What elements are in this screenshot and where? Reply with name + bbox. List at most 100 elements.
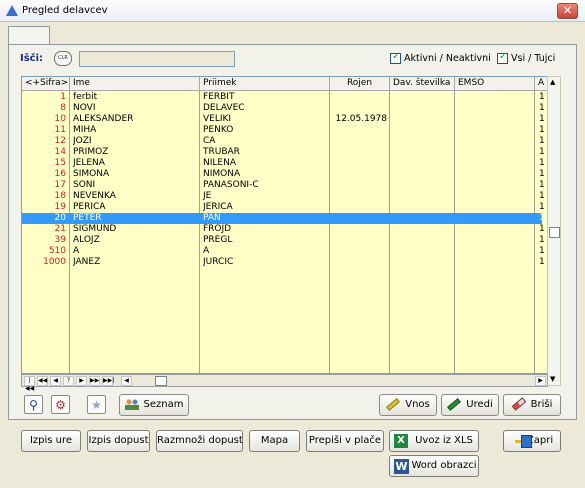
employee-table: <+Sifra> Ime Priimek Rojen Dav. številka… <box>21 76 548 374</box>
cell-a: 1 <box>539 136 545 146</box>
all-foreign-checkbox[interactable] <box>497 51 508 64</box>
cell-a: 1 <box>539 191 545 201</box>
zapri-button[interactable]: Zapri <box>503 430 561 452</box>
table-row[interactable]: 21 SIGMUND FROJD 1 <box>22 224 545 235</box>
table-row[interactable]: 11 MIHA PENKO 1 <box>22 125 545 136</box>
search-input[interactable] <box>79 51 235 67</box>
cell-code: 11 <box>54 125 66 135</box>
cell-surname: PANASONI-C <box>203 180 259 190</box>
vertical-scrollbar[interactable]: ▲ ▼ <box>547 76 561 386</box>
brisi-button[interactable]: Briši <box>503 394 561 416</box>
word-obrazci-button[interactable]: W Word obrazci <box>389 455 479 477</box>
nav-first-button[interactable]: |◀◀ <box>24 376 35 392</box>
mapa-button[interactable]: Mapa <box>249 430 300 452</box>
col-header-tax[interactable]: Dav. številka <box>390 77 455 91</box>
cell-a: 1 <box>539 213 545 223</box>
table-row[interactable]: 17 SONI PANASONI-C 1 <box>22 180 545 191</box>
cell-code: 12 <box>54 136 66 146</box>
cell-code: 19 <box>54 202 66 212</box>
cell-name: SIGMUND <box>73 224 117 234</box>
table-row[interactable]: 18 NEVENKA JE 1 <box>22 191 545 202</box>
cell-a: 1 <box>539 147 545 157</box>
nav-prev-page-button[interactable]: ◀◀ <box>37 376 48 386</box>
window-title: Pregled delavcev <box>22 5 108 16</box>
cell-surname: NILENA <box>203 158 236 168</box>
table-row[interactable]: 39 ALOJZ PREGL 1 <box>22 235 545 246</box>
table-row[interactable]: 15 JELENA NILENA 1 <box>22 158 545 169</box>
table-row[interactable]: 20 PETER PAN 1 <box>22 213 545 224</box>
izpis-dopust-button[interactable]: Izpis dopust <box>87 430 150 452</box>
cell-code: 16 <box>54 169 66 179</box>
cell-surname: NIMONA <box>203 169 241 179</box>
cell-surname: JURCIC <box>203 257 234 267</box>
cell-name: JANEZ <box>73 257 101 267</box>
cell-surname: DELAVEC <box>203 103 245 113</box>
cell-name: NEVENKA <box>73 191 116 201</box>
cell-a: 1 <box>539 114 545 124</box>
cell-surname: VELIKI <box>203 114 232 124</box>
col-header-code[interactable]: <+Sifra> <box>22 77 70 91</box>
uvoz-iz-xls-button[interactable]: X Uvoz iz XLS <box>389 430 479 452</box>
cell-surname: PREGL <box>203 235 233 245</box>
close-button[interactable]: ✕ <box>557 3 578 19</box>
table-row[interactable]: 1000 JANEZ JURCIC 1 <box>22 257 545 268</box>
nav-prev-button[interactable]: ◀ <box>50 376 61 386</box>
col-header-name[interactable]: Ime <box>70 77 200 91</box>
table-row[interactable]: 16 SIMONA NIMONA 1 <box>22 169 545 180</box>
table-row[interactable]: 19 PERICA JERICA 1 <box>22 202 545 213</box>
word-icon: W <box>394 459 409 474</box>
scroll-left-icon[interactable]: ◀ <box>121 376 132 386</box>
star-icon[interactable]: ★ <box>87 395 106 414</box>
table-row[interactable]: 510 A A 1 <box>22 246 545 257</box>
cell-a: 1 <box>539 125 545 135</box>
nav-goto-button[interactable]: ? <box>63 376 74 386</box>
cell-a: 1 <box>539 202 545 212</box>
table-row[interactable]: 12 JOZI CA 1 <box>22 136 545 147</box>
table-row[interactable]: 1 ferbit FERBIT 1 <box>22 92 545 103</box>
cell-name: JELENA <box>73 158 105 168</box>
table-row[interactable]: 14 PRIMOZ TRUBAR 1 <box>22 147 545 158</box>
pencil-icon <box>386 397 401 411</box>
cell-code: 1 <box>60 92 66 102</box>
cell-name: MIHA <box>73 125 97 135</box>
cell-surname: JERICA <box>203 202 233 212</box>
cell-name: A <box>73 246 80 256</box>
cell-surname: PENKO <box>203 125 234 135</box>
brisi-label: Briši <box>530 399 553 410</box>
table-row[interactable]: 10 ALEKSANDER VELIKI 12.05.1978 1 <box>22 114 545 125</box>
cell-name: JOZI <box>73 136 92 146</box>
cell-surname: JE <box>203 191 212 201</box>
nav-next-page-button[interactable]: ▶▶ <box>89 376 100 386</box>
izpis-ure-button[interactable]: Izpis ure <box>21 430 81 452</box>
scroll-up-icon[interactable]: ▲ <box>550 78 555 86</box>
nav-last-button[interactable]: ▶▶| <box>102 376 114 386</box>
record-navigator: |◀◀ ◀◀ ◀ ? ▶ ▶▶ ▶▶| ◀ ▶ <box>21 374 548 392</box>
scroll-right-icon[interactable]: ▶ <box>535 376 546 386</box>
razmnozi-dopust-button[interactable]: Razmnoži dopust <box>156 430 243 452</box>
table-header: <+Sifra> Ime Priimek Rojen Dav. številka… <box>22 77 547 91</box>
cell-surname: FERBIT <box>203 92 235 102</box>
scroll-down-icon[interactable]: ▼ <box>550 375 555 383</box>
vnos-button[interactable]: Vnos <box>379 394 437 416</box>
people-icon <box>124 398 139 410</box>
edit-icon <box>447 397 462 411</box>
cell-code: 10 <box>54 114 66 124</box>
zoom-icon[interactable]: ⚙ <box>51 395 70 414</box>
vnos-label: Vnos <box>405 399 430 410</box>
col-header-surname[interactable]: Priimek <box>200 77 330 91</box>
scroll-thumb[interactable] <box>549 227 560 238</box>
uredi-button[interactable]: Uredi <box>441 394 499 416</box>
search-icon[interactable]: ⚲ <box>24 395 43 414</box>
cell-a: 1 <box>539 92 545 102</box>
col-header-emso[interactable]: EMSO <box>455 77 535 91</box>
clear-search-button[interactable]: CLR <box>54 51 72 66</box>
seznam-button[interactable]: Seznam <box>119 394 189 416</box>
cell-a: 1 <box>539 224 545 234</box>
active-inactive-checkbox[interactable] <box>390 51 401 64</box>
horizontal-scroll-thumb[interactable] <box>155 376 167 386</box>
prepisi-v-place-button[interactable]: Prepiši v plače <box>306 430 384 452</box>
cell-name: SIMONA <box>73 169 110 179</box>
nav-next-button[interactable]: ▶ <box>76 376 87 386</box>
table-row[interactable]: 8 NOVI DELAVEC 1 <box>22 103 544 114</box>
col-header-born[interactable]: Rojen <box>330 77 390 91</box>
